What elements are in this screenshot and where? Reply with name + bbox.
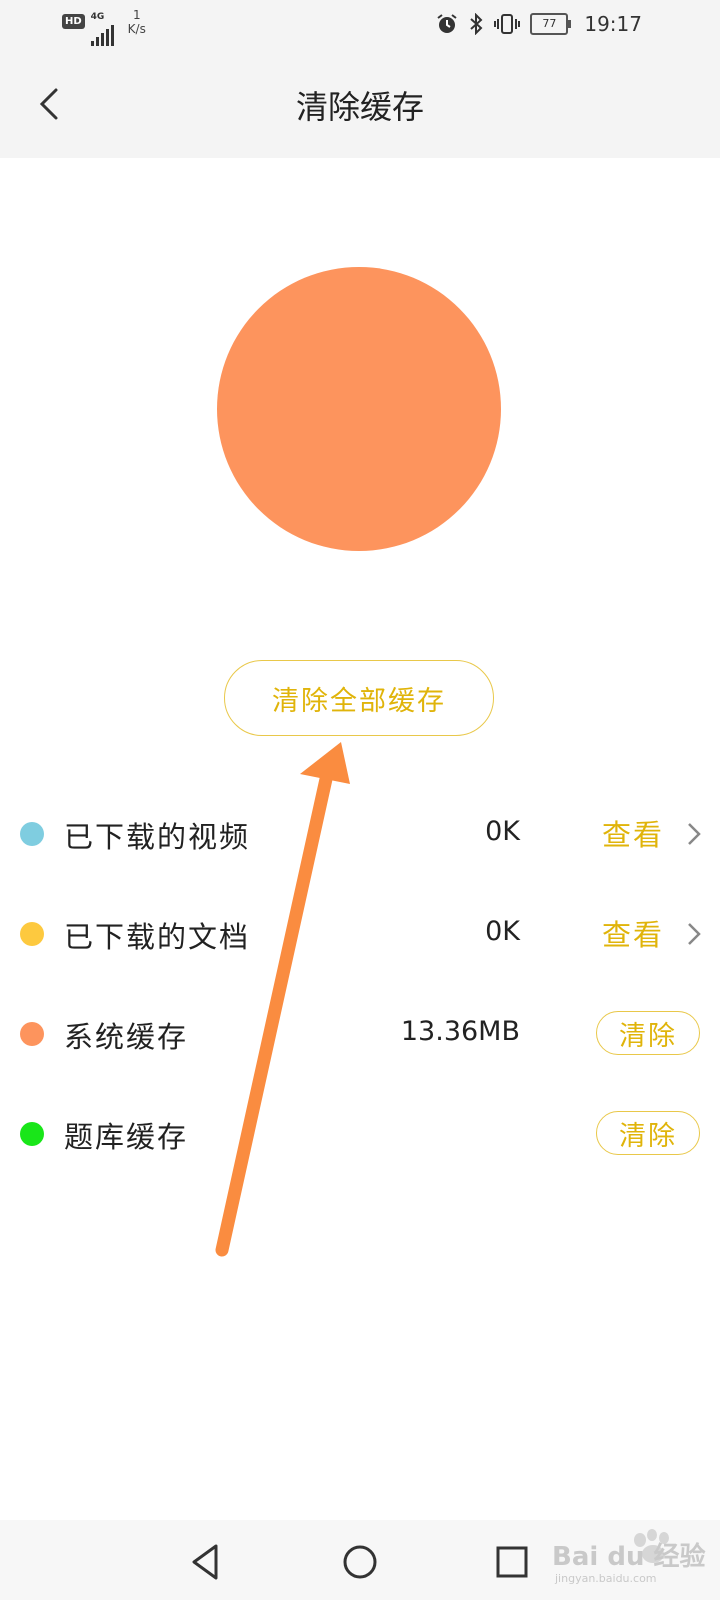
network-type: 4G <box>90 12 105 22</box>
back-triangle-icon[interactable] <box>184 1540 228 1584</box>
cache-row-documents: 已下载的文档 0K 查看 <box>0 904 720 964</box>
clear-system-cache-button[interactable]: 清除 <box>596 1011 700 1055</box>
network-speed: 1 K/s <box>128 8 146 36</box>
hd-badge: HD <box>62 14 85 29</box>
cache-label: 系统缓存 <box>64 1020 189 1054</box>
clear-all-cache-button[interactable]: 清除全部缓存 <box>224 660 494 736</box>
annotation-arrow <box>215 742 350 1257</box>
cache-row-videos: 已下载的视频 0K 查看 <box>0 804 720 864</box>
battery-icon: 77 <box>530 13 572 35</box>
cache-label: 已下载的文档 <box>64 920 251 954</box>
cache-size: 13.36MB <box>400 1016 520 1047</box>
speed-value: 1 <box>132 8 141 22</box>
page-title: 清除缓存 <box>295 88 424 126</box>
speed-unit: K/s <box>127 22 146 36</box>
legend-dot <box>20 1022 44 1046</box>
view-videos-link[interactable]: 查看 <box>602 812 664 854</box>
cache-row-system: 系统缓存 13.36MB 清除 <box>0 1004 720 1064</box>
chevron-right-icon[interactable] <box>684 818 704 850</box>
view-documents-link[interactable]: 查看 <box>602 912 664 954</box>
signal-strength-icon <box>90 24 114 46</box>
signal-group: 4G <box>90 8 114 46</box>
status-left: HD 4G 1 K/s <box>62 8 146 46</box>
watermark-subtext: jingyan.baidu.com <box>555 1572 657 1585</box>
legend-dot <box>20 1122 44 1146</box>
status-bar: HD 4G 1 K/s 77 19:17 <box>0 0 720 50</box>
cache-pie-chart <box>217 267 501 551</box>
cache-row-question-bank: 题库缓存 清除 <box>0 1104 720 1164</box>
home-circle-icon[interactable] <box>338 1540 382 1584</box>
chevron-right-icon[interactable] <box>684 918 704 950</box>
watermark-text: Bai du 经验 <box>552 1542 706 1572</box>
header: 清除缓存 <box>0 50 720 158</box>
cache-label: 题库缓存 <box>64 1120 189 1154</box>
cache-size: 0K <box>485 816 520 847</box>
clock: 19:17 <box>584 12 642 36</box>
vibrate-icon <box>494 14 521 34</box>
battery-level: 77 <box>542 17 557 30</box>
cache-size: 0K <box>485 916 520 947</box>
status-right: 77 19:17 <box>436 12 642 36</box>
recents-square-icon[interactable] <box>490 1540 534 1584</box>
alarm-icon <box>437 14 457 33</box>
legend-dot <box>20 822 44 846</box>
clear-question-bank-button[interactable]: 清除 <box>596 1111 700 1155</box>
legend-dot <box>20 922 44 946</box>
cache-label: 已下载的视频 <box>64 820 251 854</box>
bluetooth-icon <box>470 13 483 35</box>
